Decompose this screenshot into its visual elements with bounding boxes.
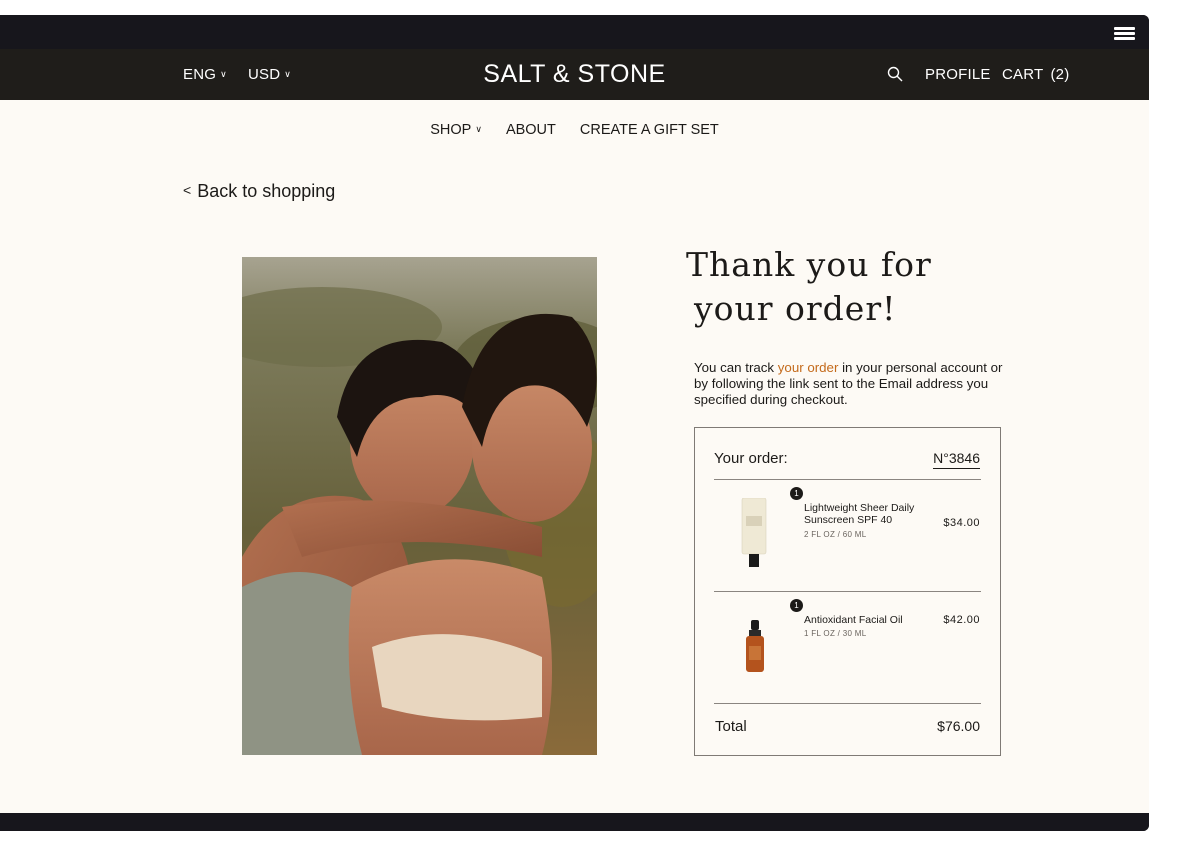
divider xyxy=(714,703,981,704)
back-chevron-icon: < xyxy=(183,182,192,198)
item-price: $42.00 xyxy=(943,614,980,626)
thank-you-heading: Thank you for your order! xyxy=(686,243,932,331)
your-order-link[interactable]: your order xyxy=(778,360,839,375)
bottom-strip xyxy=(0,813,1149,831)
divider xyxy=(714,591,981,592)
top-strip xyxy=(0,15,1149,49)
item-size: 1 FL OZ / 30 ML xyxy=(804,629,867,638)
heading-line-2: your order! xyxy=(694,289,897,328)
sunscreen-product-image[interactable] xyxy=(739,498,769,572)
item-price: $34.00 xyxy=(943,517,980,529)
item-size: 2 FL OZ / 60 ML xyxy=(804,530,867,539)
order-info-text: You can track your order in your persona… xyxy=(694,360,1014,408)
main-nav: SHOP ∨ ABOUT CREATE A GIFT SET xyxy=(0,122,1149,138)
facial-oil-product-image[interactable] xyxy=(743,620,767,676)
item-qty-badge: 1 xyxy=(790,487,803,500)
page-content: SHOP ∨ ABOUT CREATE A GIFT SET < Back to s… xyxy=(0,100,1149,813)
divider xyxy=(714,479,981,480)
hero-photo xyxy=(242,257,597,755)
nav-shop-label: SHOP xyxy=(430,122,472,138)
profile-link[interactable]: PROFILE xyxy=(925,49,991,100)
cart-label: CART xyxy=(1002,66,1044,83)
cart-link[interactable]: CART (2) xyxy=(1002,49,1069,100)
total-label: Total xyxy=(715,718,747,735)
order-summary: Your order: N°3846 1 Lightweight Sheer D… xyxy=(694,427,1001,756)
heading-line-1: Thank you for xyxy=(686,245,932,284)
hamburger-menu-icon[interactable] xyxy=(1114,27,1135,41)
search-icon[interactable] xyxy=(887,66,903,82)
nav-shop[interactable]: SHOP ∨ xyxy=(430,122,482,138)
back-to-shopping-link[interactable]: < Back to shopping xyxy=(183,181,335,202)
item-name: Lightweight Sheer Daily Sunscreen SPF 40 xyxy=(804,502,915,526)
item-qty-badge: 1 xyxy=(790,599,803,612)
cart-count: (2) xyxy=(1050,66,1070,83)
order-label: Your order: xyxy=(714,450,788,467)
hero-photo-illustration xyxy=(242,257,597,755)
total-value: $76.00 xyxy=(937,718,980,734)
chevron-down-icon: ∨ xyxy=(475,124,482,134)
browser-frame: ENG ∨ USD ∨ SALT & STONE PROFILE CART (2) … xyxy=(0,15,1149,831)
nav-about[interactable]: ABOUT xyxy=(506,122,556,138)
back-link-label: Back to shopping xyxy=(197,181,336,201)
order-number[interactable]: N°3846 xyxy=(933,450,980,469)
nav-create-gift-set[interactable]: CREATE A GIFT SET xyxy=(580,122,719,138)
info-text-before: You can track xyxy=(694,360,778,375)
item-name: Antioxidant Facial Oil xyxy=(804,614,903,626)
site-header: ENG ∨ USD ∨ SALT & STONE PROFILE CART (2) xyxy=(0,49,1149,100)
